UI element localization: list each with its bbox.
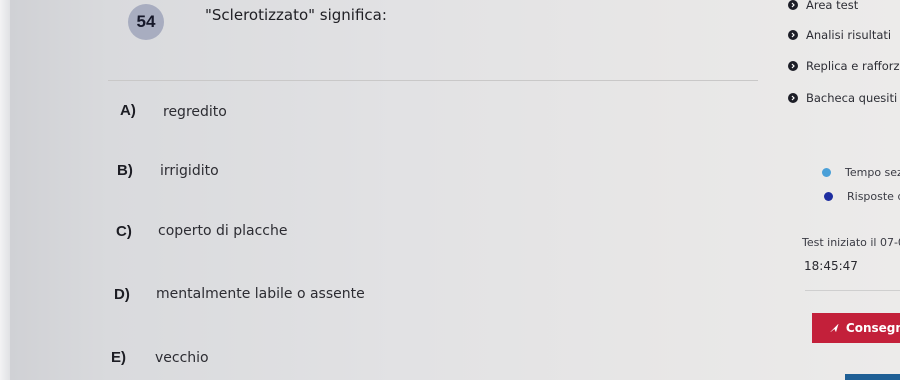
nav-replica-e-rafforza[interactable]: Replica e rafforza [788, 59, 900, 73]
answer-letter: D) [114, 286, 130, 303]
test-started-info: Test iniziato il 07-0 [802, 236, 900, 249]
question-text: "Sclerotizzato" significa: [205, 6, 387, 24]
legend-dot-dark-blue [824, 192, 833, 201]
question-number-badge: 54 [128, 4, 164, 40]
legend-label: Tempo sezi [845, 166, 900, 179]
answer-letter: E) [111, 349, 126, 366]
test-timer: 18:45:47 [804, 259, 858, 273]
legend-label: Risposte d [847, 190, 900, 203]
legend-dot-light-blue [822, 168, 831, 177]
answer-option-a[interactable]: A) regredito [0, 102, 300, 124]
chevron-right-icon [788, 0, 798, 10]
answer-text: coperto di placche [158, 223, 288, 239]
legend-tempo-sezione: Tempo sezi [822, 166, 900, 179]
answer-option-e[interactable]: E) vecchio [0, 349, 260, 371]
nav-label: Bacheca quesiti [806, 91, 898, 105]
nav-bacheca-quesiti[interactable]: Bacheca quesiti [788, 91, 897, 105]
answer-text: vecchio [155, 350, 209, 366]
chevron-right-icon [788, 93, 798, 103]
answer-option-b[interactable]: B) irrigidito [0, 162, 300, 184]
answer-option-d[interactable]: D) mentalmente labile o assente [0, 286, 365, 308]
answer-text: irrigidito [160, 163, 219, 179]
nav-area-test[interactable]: Area test [788, 0, 858, 12]
nav-label: Area test [806, 0, 859, 12]
chevron-right-icon [788, 30, 798, 40]
answer-option-c[interactable]: C) coperto di placche [0, 223, 320, 245]
submit-button[interactable]: Consegna [812, 313, 900, 343]
send-icon [830, 324, 839, 333]
nav-label: Replica e rafforza [806, 59, 900, 73]
left-edge [0, 0, 10, 380]
answer-letter: A) [120, 102, 136, 119]
nav-label: Analisi risultati [806, 28, 892, 42]
answer-text: regredito [163, 104, 227, 120]
bottom-bar [845, 374, 900, 380]
answer-letter: C) [116, 223, 132, 240]
legend-risposte-date: Risposte d [824, 190, 900, 203]
nav-analisi-risultati[interactable]: Analisi risultati [788, 28, 891, 42]
chevron-right-icon [788, 61, 798, 71]
question-divider [108, 80, 758, 81]
answer-letter: B) [117, 162, 133, 179]
sidebar-divider [805, 290, 900, 291]
submit-label: Consegna [845, 321, 900, 335]
answer-text: mentalmente labile o assente [156, 286, 365, 302]
